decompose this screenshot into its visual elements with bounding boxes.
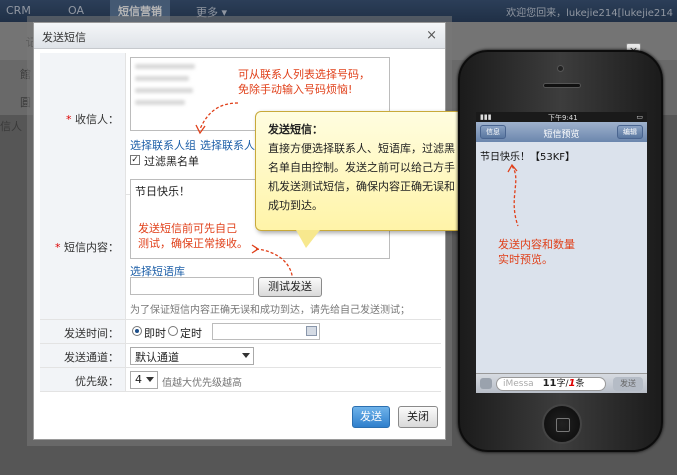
feature-tooltip: 发送短信： 直接方便选择联系人、短语库，过滤黑名单自由控制。发送之前可以给己方手… (255, 111, 472, 231)
blurred-number (135, 88, 193, 93)
schedule-datetime-input[interactable] (212, 323, 320, 340)
annotation-line: 免除手动输入号码烦恼! (238, 83, 353, 96)
phone-status-bar: ▮▮▮ 下午9:41 ▭ (476, 112, 647, 122)
recipients-label: * 收信人： (40, 53, 126, 194)
phone-screen: ▮▮▮ 下午9:41 ▭ 信息 短信预览 编辑 节日快乐！【53KF】 发送内容… (476, 112, 647, 393)
chevron-down-icon (242, 353, 250, 358)
recipients-label-text: 收信人： (75, 113, 119, 126)
camera-icon (557, 65, 564, 72)
test-phone-input[interactable] (130, 277, 254, 295)
send-time-label: 发送时间： (40, 320, 126, 343)
filter-blacklist-checkbox[interactable]: ✓ (130, 155, 140, 165)
chevron-down-icon (146, 377, 154, 382)
filter-blacklist-label: 过滤黑名单 (144, 155, 199, 168)
content-label: * 短信内容： (40, 175, 126, 319)
blurred-number (135, 100, 185, 105)
priority-row: 优先级： 4 值越大优先级越高 (40, 368, 441, 392)
channel-row: 发送通道： 默认通道 (40, 344, 441, 368)
channel-label: 发送通道： (40, 344, 126, 367)
message-count: 1 (568, 378, 576, 389)
priority-select[interactable]: 4 (130, 371, 158, 389)
required-marker: * (55, 241, 64, 254)
tooltip-body: 直接方便选择联系人、短语库，过滤黑名单自由控制。发送之前可以给己方手机发送测试短… (268, 142, 455, 212)
phone-message-input[interactable]: iMessa 11字/1条 (496, 377, 606, 391)
phone-send-button[interactable]: 发送 (613, 377, 643, 391)
camera-icon[interactable] (480, 378, 492, 389)
send-time-row: 发送时间： 即时 定时 (40, 320, 441, 344)
dialog-title: 发送短信 (42, 31, 86, 44)
channel-select[interactable]: 默认通道 (130, 347, 254, 365)
annotation-line: 发送短信前可先自己 (138, 222, 237, 235)
priority-hint: 值越大优先级越高 (162, 378, 242, 389)
content-annotation: 发送短信前可先自己 测试，确保正常接收。 (138, 221, 248, 251)
annotation-line: 发送内容和数量 (498, 238, 575, 251)
content-label-text: 短信内容： (64, 241, 119, 254)
radio-scheduled[interactable] (168, 326, 178, 336)
blurred-number (135, 64, 195, 69)
message-count-unit: 条 (575, 379, 585, 389)
speaker-icon (543, 83, 581, 88)
radio-immediate[interactable] (132, 326, 142, 336)
annotation-line: 实时预览。 (498, 253, 553, 266)
radio-scheduled-label: 定时 (180, 327, 202, 340)
phone-message: 节日快乐！【53KF】 (480, 152, 576, 163)
phone-title-bar: 信息 短信预览 编辑 (476, 122, 647, 142)
phone-input-placeholder: iMessa (503, 379, 534, 389)
send-sms-dialog: 发送短信 × * 收信人： 可从联系人列表选择号码， 免除手动输入号码烦恼! 选… (33, 22, 446, 440)
tooltip-tail (296, 230, 320, 248)
radio-immediate-label: 即时 (144, 327, 166, 340)
channel-value: 默认通道 (135, 351, 179, 364)
char-count-unit: 字/ (556, 379, 569, 389)
phone-annotation: 发送内容和数量 实时预览。 (498, 237, 575, 267)
annotation-arrow (195, 102, 239, 135)
recipients-annotation: 可从联系人列表选择号码， 免除手动输入号码烦恼! (238, 67, 370, 97)
content-text: 节日快乐！ (135, 185, 190, 198)
char-count: 11 (542, 378, 557, 389)
close-button[interactable]: 关闭 (398, 406, 438, 428)
send-button[interactable]: 发送 (352, 406, 390, 428)
tooltip-title: 发送短信： (268, 123, 323, 136)
close-icon[interactable]: × (426, 28, 437, 43)
select-contact-group-link[interactable]: 选择联系人组 (130, 137, 196, 153)
phone-edit-button[interactable]: 编辑 (617, 125, 643, 139)
annotation-line: 测试，确保正常接收。 (138, 237, 248, 250)
required-marker: * (66, 113, 75, 126)
phone-input-bar: iMessa 11字/1条 发送 (476, 373, 647, 393)
phone-preview: ▮▮▮ 下午9:41 ▭ 信息 短信预览 编辑 节日快乐！【53KF】 发送内容… (458, 50, 663, 452)
calendar-icon[interactable] (306, 326, 317, 336)
priority-label: 优先级： (40, 368, 126, 391)
test-send-button[interactable]: 测试发送 (258, 277, 322, 297)
test-hint: 为了保证短信内容正确无误和成功到达，请先给自己发送测试； (130, 305, 410, 316)
blurred-number (135, 76, 189, 81)
home-button[interactable] (542, 404, 582, 444)
battery-icon: ▭ (636, 113, 643, 121)
dialog-header: 发送短信 × (34, 23, 445, 49)
annotation-arrow (507, 163, 519, 227)
select-contact-link[interactable]: 选择联系人 (200, 137, 255, 153)
signal-icon: ▮▮▮ (480, 113, 492, 121)
priority-value: 4 (135, 373, 142, 386)
annotation-line: 可从联系人列表选择号码， (238, 68, 370, 81)
